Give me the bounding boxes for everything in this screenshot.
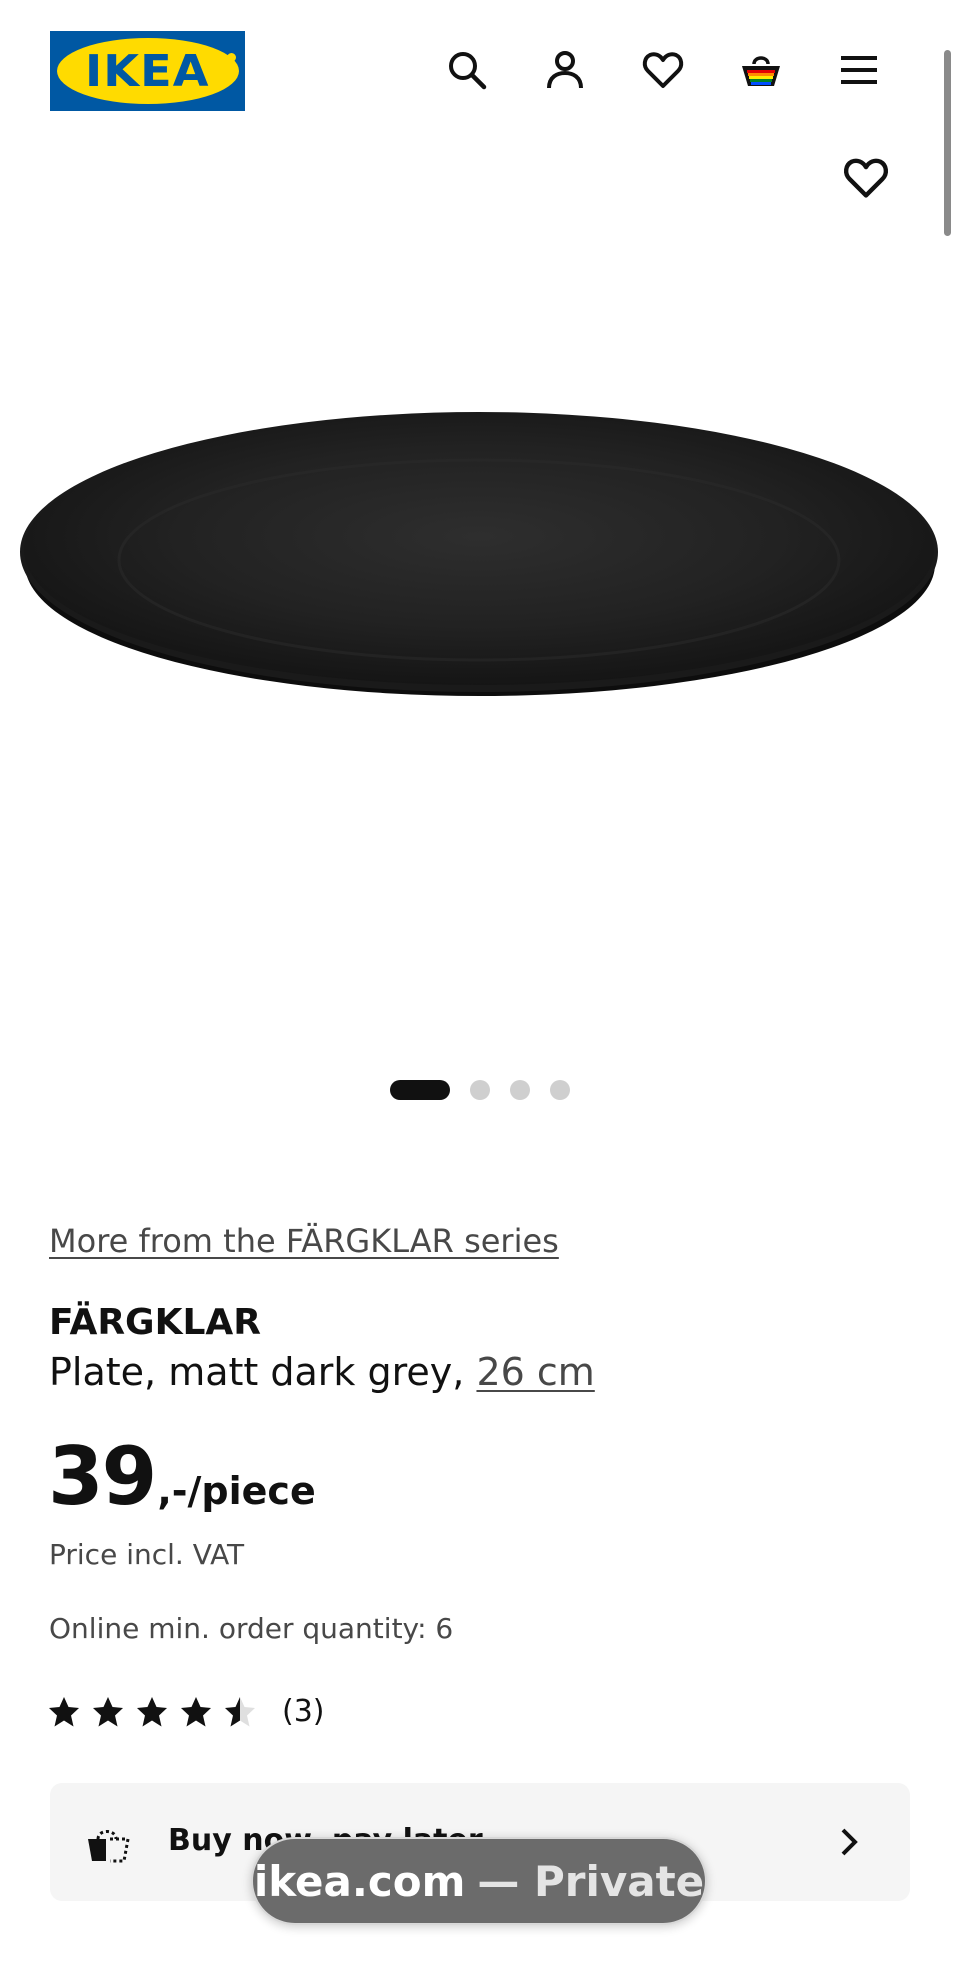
product-price: 39 ,-/piece [48, 1430, 316, 1523]
product-name: FÄRGKLAR [49, 1302, 262, 1343]
rating-stars [48, 1696, 256, 1728]
browser-mode: — Private [477, 1856, 705, 1906]
menu-icon[interactable] [835, 46, 883, 94]
star-half-icon [225, 1696, 255, 1726]
page-scrollbar[interactable] [944, 50, 951, 236]
size-link[interactable]: 26 cm [476, 1350, 594, 1394]
min-order-quantity: Online min. order quantity: 6 [49, 1612, 454, 1645]
site-header: IKEA [0, 0, 960, 130]
save-to-favourites-icon[interactable] [840, 152, 892, 204]
product-description: Plate, matt dark grey, 26 cm [49, 1350, 595, 1394]
logo-oval: IKEA [56, 38, 239, 104]
installment-icon [88, 1830, 130, 1863]
browser-private-url-pill[interactable]: ikea.com — Private [251, 1837, 707, 1925]
star-full-icon [93, 1696, 123, 1726]
product-rating[interactable]: (3) [48, 1694, 325, 1729]
product-image[interactable] [0, 230, 960, 910]
star-full-icon [49, 1696, 79, 1726]
star-full-icon [137, 1696, 167, 1726]
price-integer: 39 [48, 1430, 157, 1523]
carousel-dot-1[interactable] [390, 1080, 450, 1100]
browser-domain: ikea.com [253, 1856, 466, 1906]
series-link[interactable]: More from the FÄRGKLAR series [49, 1222, 559, 1260]
shopping-bag-icon[interactable] [737, 46, 785, 94]
ikea-logo[interactable]: IKEA [50, 31, 245, 111]
vat-note: Price incl. VAT [49, 1538, 245, 1571]
search-icon[interactable] [443, 46, 491, 94]
registered-mark [227, 53, 236, 62]
carousel-dot-3[interactable] [510, 1080, 530, 1100]
carousel-dot-4[interactable] [550, 1080, 570, 1100]
price-suffix: ,-/piece [157, 1469, 316, 1513]
product-description-text: Plate, matt dark grey, [49, 1350, 465, 1394]
favourites-icon[interactable] [639, 46, 687, 94]
logo-text: IKEA [85, 45, 210, 97]
image-carousel-dots [0, 1078, 960, 1102]
chevron-right-icon [841, 1828, 858, 1856]
account-icon[interactable] [541, 46, 589, 94]
rating-count: (3) [282, 1694, 325, 1729]
carousel-dot-2[interactable] [470, 1080, 490, 1100]
star-full-icon [181, 1696, 211, 1726]
